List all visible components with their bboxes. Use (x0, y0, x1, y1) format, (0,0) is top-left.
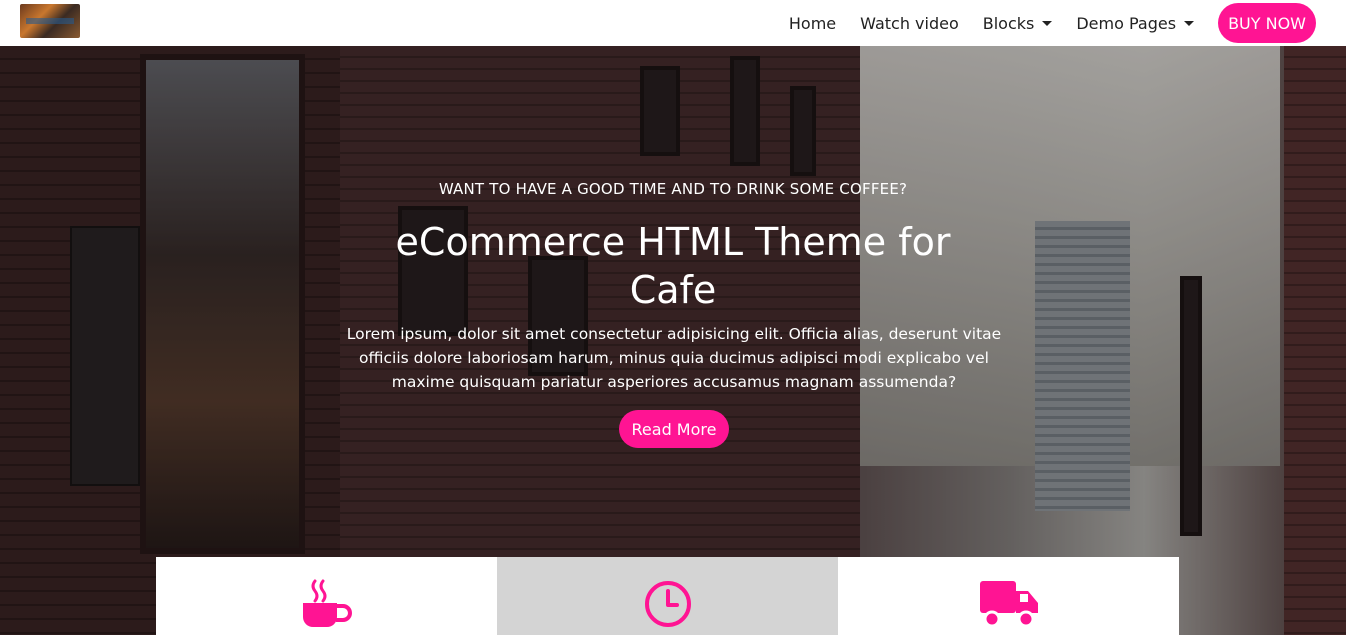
nav-link-label: Demo Pages (1076, 13, 1177, 33)
cafe-logo-image[interactable] (20, 4, 80, 38)
nav-link-label: Home (788, 13, 837, 33)
navbar: Home Watch video Blocks Demo Pages BUY N… (0, 0, 1346, 46)
nav-link-watch-video[interactable]: Watch video (860, 14, 959, 33)
clock-icon (644, 581, 691, 627)
coffee-cup-icon (302, 579, 352, 627)
caret-down-icon (1042, 20, 1053, 26)
feature-box-coffee (156, 557, 497, 635)
buy-now-button[interactable]: BUY NOW (1218, 3, 1316, 43)
read-more-button[interactable]: Read More (619, 410, 729, 448)
feature-box-delivery (838, 557, 1179, 635)
nav-dropdown-demo-pages[interactable]: Demo Pages (1076, 13, 1195, 33)
caret-down-icon (1184, 20, 1195, 26)
hero-kicker: WANT TO HAVE A GOOD TIME AND TO DRINK SO… (438, 180, 908, 198)
nav-link-label: Blocks (982, 13, 1035, 33)
truck-icon (979, 581, 1038, 628)
hero-section: WANT TO HAVE A GOOD TIME AND TO DRINK SO… (0, 46, 1346, 635)
hero-description: Lorem ipsum, dolor sit amet consectetur … (346, 325, 1002, 391)
feature-box-hours (497, 557, 838, 635)
nav-link-home[interactable]: Home (789, 14, 836, 33)
hero-title: eCommerce HTML Theme for Cafe (395, 220, 951, 312)
nav-dropdown-blocks[interactable]: Blocks (983, 14, 1053, 33)
features-row (156, 557, 1179, 635)
nav-links: Home Watch video Blocks Demo Pages BUY N… (765, 0, 1316, 46)
nav-link-label: Watch video (860, 13, 959, 33)
